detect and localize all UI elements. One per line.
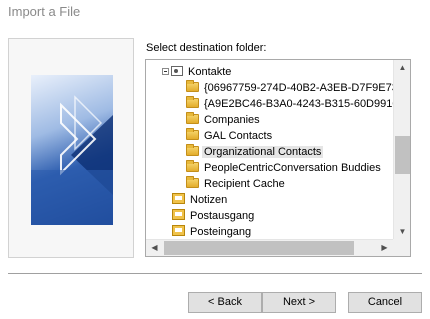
tree-item-peoplecentric-buddies[interactable]: PeopleCentricConversation Buddies (186, 160, 383, 176)
tree-item-label: Posteingang (190, 226, 252, 238)
footer-divider (8, 273, 422, 274)
tree-item-label: PeopleCentricConversation Buddies (204, 162, 381, 174)
vertical-scrollbar[interactable]: ▲ ▼ (393, 60, 410, 239)
tree-item-recipient-cache[interactable]: Recipient Cache (186, 176, 287, 192)
tree-item-label: Notizen (190, 194, 228, 206)
folder-icon (186, 80, 199, 92)
tree-item-label: Recipient Cache (204, 178, 285, 190)
vertical-scroll-thumb[interactable] (395, 136, 410, 174)
tree-item-label: Kontakte (188, 66, 232, 78)
inbox-icon (172, 225, 185, 236)
tree-item-label: Companies (204, 114, 260, 126)
tree-item-label: {06967759-274D-40B2-A3EB-D7F9E7372 (204, 82, 393, 94)
tree-item-companies[interactable]: Companies (186, 112, 262, 128)
import-wizard-graphic (31, 75, 113, 225)
contacts-icon (171, 66, 183, 76)
tree-item-notizen[interactable]: Notizen (172, 192, 229, 208)
outbox-icon (172, 209, 185, 220)
tree-item-folder-guid-2[interactable]: {A9E2BC46-B3A0-4243-B315-60D991004 (186, 96, 393, 112)
tree-item-postausgang[interactable]: Postausgang (172, 208, 256, 224)
folder-tree-viewport: Kontakte {06967759-274D-40B2-A3EB-D7F9E7… (146, 60, 393, 239)
folder-icon (186, 96, 199, 108)
folder-icon (186, 176, 199, 188)
tree-item-organizational-contacts[interactable]: Organizational Contacts (186, 144, 324, 160)
cancel-button[interactable]: Cancel (348, 292, 422, 313)
scrollbar-corner (393, 239, 410, 256)
tree-item-posteingang[interactable]: Posteingang (172, 224, 253, 239)
window-title: Import a File (8, 4, 81, 19)
tree-item-kontakte[interactable]: Kontakte (162, 64, 233, 80)
destination-folder-label: Select destination folder: (146, 42, 267, 54)
horizontal-scrollbar[interactable]: ◀ ▶ (146, 239, 393, 256)
tree-item-label: GAL Contacts (204, 130, 273, 142)
folder-icon (186, 144, 199, 156)
scroll-down-icon[interactable]: ▼ (394, 227, 410, 236)
scroll-left-icon[interactable]: ◀ (146, 243, 163, 252)
back-button[interactable]: < Back (188, 292, 262, 313)
tree-item-label: {A9E2BC46-B3A0-4243-B315-60D991004 (204, 98, 393, 110)
tree-item-label: Postausgang (190, 210, 255, 222)
notes-icon (172, 193, 185, 204)
tree-item-label: Organizational Contacts (202, 146, 324, 158)
wizard-side-panel (8, 38, 134, 258)
collapse-toggle-icon[interactable] (162, 68, 169, 75)
scroll-up-icon[interactable]: ▲ (394, 63, 410, 72)
horizontal-scroll-thumb[interactable] (164, 241, 354, 255)
tree-item-gal-contacts[interactable]: GAL Contacts (186, 128, 274, 144)
folder-icon (186, 112, 199, 124)
next-button[interactable]: Next > (262, 292, 336, 313)
tree-item-folder-guid-1[interactable]: {06967759-274D-40B2-A3EB-D7F9E7372 (186, 80, 393, 96)
folder-tree[interactable]: Kontakte {06967759-274D-40B2-A3EB-D7F9E7… (145, 59, 411, 257)
scroll-right-icon[interactable]: ▶ (376, 243, 393, 252)
folder-icon (186, 160, 199, 172)
folder-icon (186, 128, 199, 140)
